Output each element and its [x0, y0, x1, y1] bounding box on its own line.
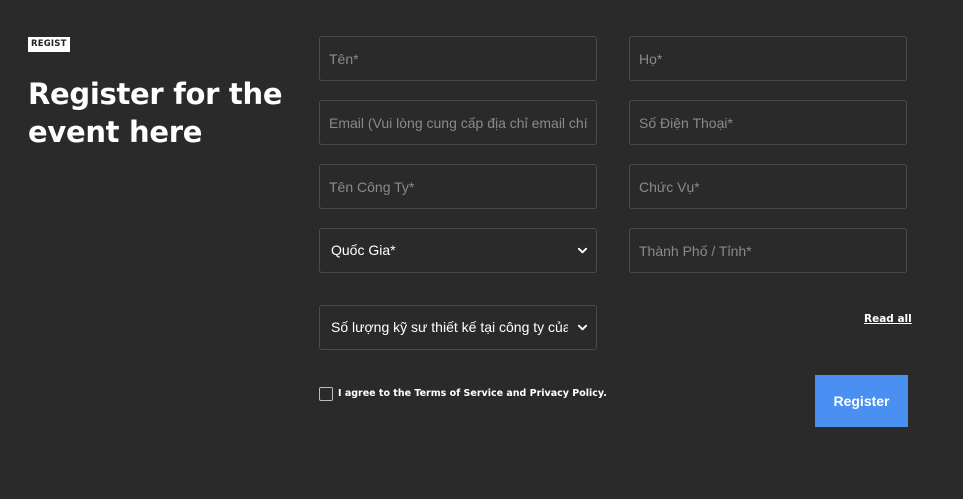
- chevron-down-icon: [577, 247, 588, 254]
- country-select[interactable]: Quốc Gia*: [319, 228, 597, 273]
- phone-field[interactable]: [629, 100, 907, 145]
- page-title: Register for the event here: [28, 77, 283, 149]
- agree-checkbox[interactable]: [319, 387, 333, 401]
- register-button[interactable]: Register: [815, 375, 908, 427]
- chevron-down-icon: [577, 324, 588, 331]
- read-all-link[interactable]: Read all: [864, 313, 912, 325]
- job-title-field[interactable]: [629, 164, 907, 209]
- last-name-field[interactable]: [629, 36, 907, 81]
- section-badge: REGIST: [28, 37, 70, 52]
- engineers-count-select[interactable]: Số lượng kỹ sư thiết kế tại công ty của …: [319, 305, 597, 350]
- city-field[interactable]: [629, 228, 907, 273]
- country-select-value: Quốc Gia*: [331, 242, 396, 258]
- first-name-field[interactable]: [319, 36, 597, 81]
- engineers-count-select-value: Số lượng kỹ sư thiết kế tại công ty của …: [331, 319, 568, 335]
- company-field[interactable]: [319, 164, 597, 209]
- agree-label: I agree to the Terms of Service and Priv…: [338, 388, 607, 399]
- email-field[interactable]: [319, 100, 597, 145]
